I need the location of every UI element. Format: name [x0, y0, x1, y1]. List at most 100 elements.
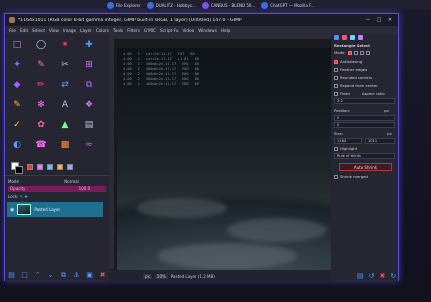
size-height-field[interactable]: 1011 — [365, 138, 395, 144]
fixed-checkbox[interactable]: Fixed Aspect ratio — [334, 91, 385, 96]
path-tool-icon[interactable]: ✎ — [10, 98, 24, 112]
antialiasing-checkbox[interactable]: Antialiasing — [334, 59, 362, 64]
mask-icon[interactable]: ▣ — [85, 271, 94, 279]
mode-select[interactable]: Normal — [64, 179, 78, 184]
taskbar-item-browser-2[interactable]: CANBUS - BLEND 50... — [200, 1, 257, 10]
opacity-slider[interactable]: Opacity 100.0 — [8, 186, 106, 192]
menu-view[interactable]: View — [49, 28, 59, 33]
smudge-icon[interactable]: ✿ — [34, 118, 48, 132]
image-canvas[interactable]: 4.00 2 Lat=2e-11.17 FAT 80 4.00 2 Lat=2e-11.17… — [117, 48, 331, 270]
text-tool-icon[interactable]: A — [58, 98, 72, 112]
duplicate-layer-icon[interactable]: ⧉ — [59, 271, 68, 280]
lock-pixels-icon[interactable]: ✎ — [20, 194, 23, 199]
visibility-eye-icon[interactable]: ◉ — [10, 207, 14, 213]
palette-lavender-icon[interactable] — [67, 164, 73, 170]
lower-layer-icon[interactable]: ⌄ — [46, 271, 55, 279]
undo-history-tab-icon[interactable] — [350, 35, 355, 40]
anchor-icon[interactable]: ⚓ — [72, 271, 81, 279]
menu-image[interactable]: Image — [63, 28, 76, 33]
ellipse-select-icon[interactable]: ◯ — [34, 38, 48, 52]
flip-icon[interactable]: ⇄ — [58, 78, 72, 92]
menu-colors[interactable]: Colors — [96, 28, 109, 33]
close-icon[interactable]: ✕ — [386, 16, 394, 24]
menu-layer[interactable]: Layer — [80, 28, 92, 33]
palette-pink-icon[interactable] — [37, 164, 43, 170]
warp-transform-icon[interactable]: ≈ — [82, 138, 96, 152]
perspective-icon[interactable]: ⧉ — [82, 78, 96, 92]
raise-layer-icon[interactable]: ⌃ — [33, 271, 42, 279]
delete-options-icon[interactable]: ✖ — [380, 272, 386, 280]
images-tab-icon[interactable] — [358, 35, 363, 40]
highlight-checkbox[interactable]: Highlight — [334, 146, 357, 151]
menu-edit[interactable]: Edit — [20, 28, 28, 33]
position-y-field[interactable]: 0 — [334, 122, 395, 128]
guides-select[interactable]: Rule of thirds — [334, 153, 395, 159]
auto-shrink-button[interactable]: Auto Shrink — [339, 163, 392, 171]
shrink-merged-checkbox[interactable]: Shrink merged — [334, 174, 368, 179]
scissors-icon[interactable]: ✂ — [58, 58, 72, 72]
menu-file[interactable]: File — [9, 28, 16, 33]
menu-gmic[interactable]: G'MIC — [144, 28, 156, 33]
foreground-select-icon[interactable]: ◆ — [10, 78, 24, 92]
expand-from-center-checkbox[interactable]: Expand from center — [334, 83, 378, 88]
vertical-ruler[interactable] — [109, 39, 114, 269]
taskbar-item-browser-3[interactable]: ChatGPT — Mozilla F... — [259, 1, 316, 10]
new-group-icon[interactable]: □ — [20, 271, 29, 279]
color-picker-icon[interactable]: ✓ — [10, 118, 24, 132]
taskbar-item-browser-1[interactable]: DUALITZ - Hobbys... — [145, 1, 198, 10]
paintbrush-icon[interactable]: ✎ — [34, 58, 48, 72]
menu-help[interactable]: Help — [221, 28, 231, 33]
layer-row[interactable]: ◉ Pasted Layer — [7, 202, 103, 217]
rounded-corners-checkbox[interactable]: Rounded corners — [334, 75, 372, 80]
size-unit-select[interactable]: px — [387, 131, 392, 136]
position-unit-select[interactable]: px — [384, 108, 389, 113]
fixed-mode-select[interactable]: Aspect ratio — [362, 91, 385, 96]
zoom-select[interactable]: 50% — [154, 273, 168, 279]
palette-blue-icon[interactable] — [47, 164, 53, 170]
menu-script-fu[interactable]: Script-Fu — [160, 28, 179, 33]
menu-select[interactable]: Select — [32, 28, 45, 33]
palette-orange-icon[interactable] — [57, 164, 63, 170]
rectangle-select-icon[interactable]: □ — [10, 38, 24, 52]
maximize-icon[interactable]: □ — [375, 16, 383, 24]
save-options-icon[interactable]: ▤ — [357, 272, 364, 280]
bucket-fill-icon[interactable]: ▲ — [58, 118, 72, 132]
size-width-field[interactable]: 1164 — [334, 138, 362, 144]
new-layer-icon[interactable]: ▤ — [7, 271, 16, 279]
clone-icon[interactable]: ☎ — [34, 138, 48, 152]
menu-tools[interactable]: Tools — [113, 28, 123, 33]
move-tool-icon[interactable]: ✚ — [82, 38, 96, 52]
reset-options-icon[interactable]: ↻ — [390, 272, 396, 280]
free-select-icon[interactable]: ✶ — [58, 38, 72, 52]
mode-subtract-icon[interactable] — [359, 50, 364, 55]
position-x-field[interactable]: 0 — [334, 115, 395, 121]
unit-select[interactable]: px — [143, 273, 152, 279]
lock-position-icon[interactable]: ✚ — [24, 194, 27, 199]
horizontal-ruler[interactable] — [109, 34, 331, 39]
mode-add-icon[interactable] — [353, 50, 358, 55]
fuzzy-select-icon[interactable]: ✦ — [10, 58, 24, 72]
menu-windows[interactable]: Windows — [198, 28, 217, 33]
airbrush-icon[interactable]: ✻ — [34, 98, 48, 112]
mode-replace-icon[interactable] — [347, 50, 352, 55]
aspect-ratio-field[interactable]: 2:2 — [334, 98, 395, 104]
menu-video[interactable]: Video — [182, 28, 194, 33]
delete-layer-icon[interactable]: ✖ — [98, 271, 107, 279]
eraser-icon[interactable]: ▩ — [58, 138, 72, 152]
taskbar-item-file-explorer[interactable]: File Explorer — [105, 1, 143, 10]
device-status-tab-icon[interactable] — [342, 35, 347, 40]
mode-intersect-icon[interactable] — [365, 50, 370, 55]
minimize-icon[interactable]: — — [364, 16, 372, 24]
dodge-burn-icon[interactable]: ◐ — [10, 138, 24, 152]
tool-options-tab-icon[interactable] — [334, 35, 339, 40]
feather-edges-checkbox[interactable]: Feather edges — [334, 67, 367, 72]
background-color-swatch[interactable] — [15, 166, 23, 174]
cage-transform-icon[interactable]: ❖ — [82, 98, 96, 112]
restore-options-icon[interactable]: ↺ — [369, 272, 375, 280]
canvas-area[interactable]: 4.00 2 Lat=2e-11.17 FAT 80 4.00 2 Lat=2e-11.17… — [109, 34, 331, 282]
crop-icon[interactable]: ⊞ — [82, 58, 96, 72]
gradient-icon[interactable]: ▤ — [82, 118, 96, 132]
pencil-icon[interactable]: ✏ — [34, 78, 48, 92]
menu-filters[interactable]: Filters — [127, 28, 140, 33]
palette-red-icon[interactable] — [27, 164, 33, 170]
